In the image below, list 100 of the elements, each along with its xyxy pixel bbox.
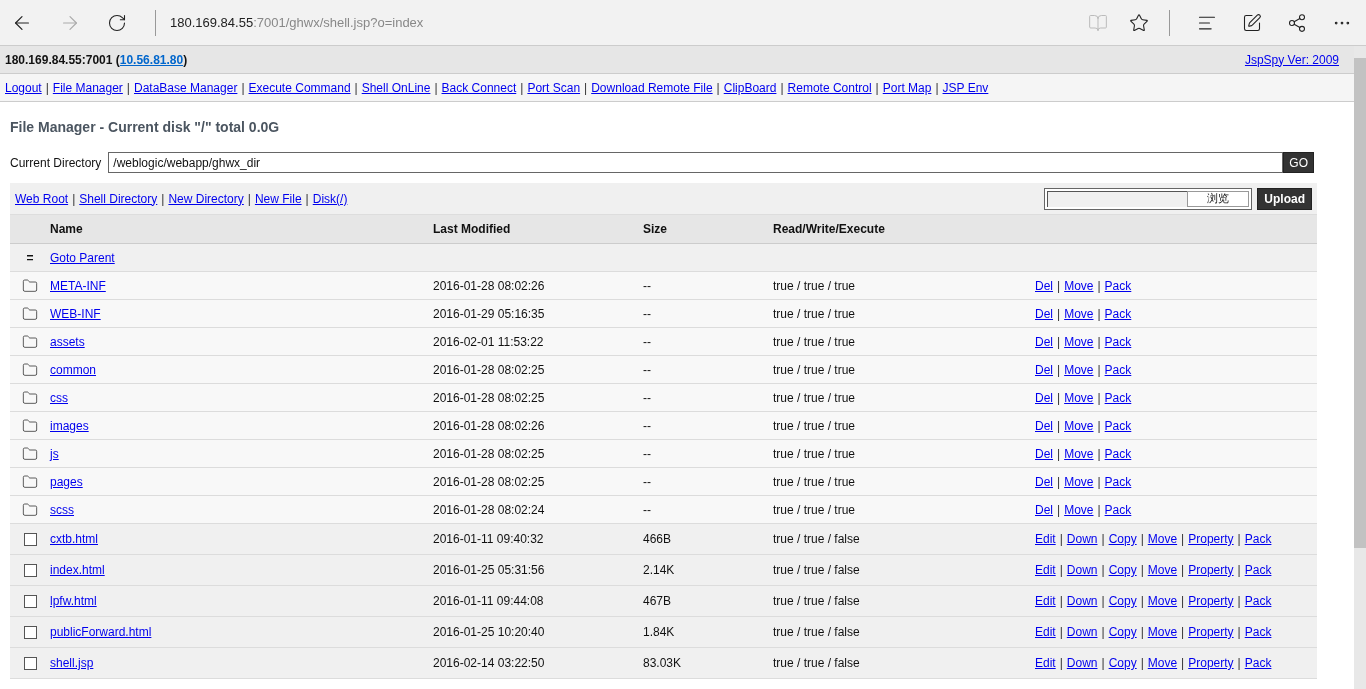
nav-link[interactable]: Logout	[5, 78, 42, 97]
action-link[interactable]: Copy	[1108, 623, 1137, 641]
file-name-link[interactable]: lpfw.html	[50, 594, 97, 608]
action-link[interactable]: Copy	[1108, 561, 1137, 579]
file-name-link[interactable]: cxtb.html	[50, 532, 98, 546]
action-link[interactable]: Edit	[1035, 530, 1056, 548]
go-button[interactable]: GO	[1283, 152, 1315, 173]
action-link[interactable]: Down	[1066, 654, 1098, 672]
action-link[interactable]: Move	[1064, 472, 1094, 491]
action-link[interactable]: Pack	[1104, 332, 1132, 351]
action-link[interactable]: Pack	[1104, 472, 1132, 491]
action-link[interactable]: Pack	[1244, 623, 1272, 641]
action-link[interactable]: Pack	[1104, 388, 1132, 407]
action-link[interactable]: Property	[1188, 561, 1234, 579]
file-name-link[interactable]: pages	[50, 474, 83, 489]
action-link[interactable]: Move	[1064, 360, 1094, 379]
file-name-link[interactable]: js	[50, 446, 59, 461]
file-name-link[interactable]: assets	[50, 334, 85, 349]
action-link[interactable]: Del	[1035, 360, 1053, 379]
file-name-link[interactable]: shell.jsp	[50, 656, 94, 670]
action-link[interactable]: Move	[1147, 530, 1178, 548]
action-link[interactable]: Down	[1066, 623, 1098, 641]
upload-button[interactable]: Upload	[1257, 187, 1312, 210]
action-link[interactable]: Property	[1188, 592, 1234, 610]
nav-link[interactable]: DataBase Manager	[134, 78, 238, 97]
action-link[interactable]: Move	[1064, 388, 1094, 407]
action-link[interactable]: Move	[1064, 416, 1094, 435]
action-link[interactable]: Pack	[1104, 304, 1132, 323]
action-link[interactable]: Pack	[1104, 360, 1132, 379]
checkbox[interactable]	[23, 594, 37, 608]
action-link[interactable]: Down	[1066, 592, 1098, 610]
action-link[interactable]: Del	[1035, 276, 1053, 295]
toolbar-link[interactable]: Web Root	[15, 189, 69, 208]
address-field[interactable]: 180.169.84.55:7001/ghwx/shell.jsp?o=index	[170, 12, 424, 33]
action-link[interactable]: Down	[1066, 561, 1098, 579]
action-link[interactable]: Del	[1035, 416, 1053, 435]
star-icon[interactable]	[1129, 12, 1149, 33]
action-link[interactable]: Del	[1035, 444, 1053, 463]
action-link[interactable]: Property	[1188, 530, 1234, 548]
action-link[interactable]: Move	[1064, 304, 1094, 323]
checkbox[interactable]	[23, 563, 37, 577]
action-link[interactable]: Property	[1188, 654, 1234, 672]
action-link[interactable]: Del	[1035, 388, 1053, 407]
nav-link[interactable]: Remote Control	[787, 78, 872, 97]
checkbox[interactable]	[23, 625, 37, 639]
action-link[interactable]: Del	[1035, 332, 1053, 351]
action-link[interactable]: Edit	[1035, 592, 1056, 610]
action-link[interactable]: Move	[1064, 500, 1094, 519]
checkbox[interactable]	[23, 532, 37, 546]
file-name-link[interactable]: publicForward.html	[50, 625, 152, 639]
action-link[interactable]: Edit	[1035, 623, 1056, 641]
toolbar-link[interactable]: Shell Directory	[79, 189, 158, 208]
toolbar-link[interactable]: New File	[254, 189, 302, 208]
action-link[interactable]: Pack	[1244, 530, 1272, 548]
nav-link[interactable]: Download Remote File	[591, 78, 713, 97]
action-link[interactable]: Move	[1147, 623, 1178, 641]
action-link[interactable]: Copy	[1108, 654, 1137, 672]
file-picker[interactable]: 浏览	[1044, 187, 1253, 210]
version-link[interactable]: JspSpy Ver: 2009	[1244, 50, 1339, 69]
checkbox[interactable]	[23, 656, 37, 670]
action-link[interactable]: Copy	[1108, 530, 1137, 548]
action-link[interactable]: Pack	[1244, 592, 1272, 610]
action-link[interactable]: Move	[1147, 654, 1178, 672]
action-link[interactable]: Pack	[1104, 276, 1132, 295]
file-name-link[interactable]: META-INF	[50, 278, 106, 293]
action-link[interactable]: Pack	[1244, 561, 1272, 579]
action-link[interactable]: Move	[1147, 592, 1178, 610]
pen-icon[interactable]	[1242, 12, 1262, 33]
action-link[interactable]: Del	[1035, 304, 1053, 323]
action-link[interactable]: Move	[1064, 276, 1094, 295]
refresh-icon[interactable]	[107, 12, 127, 33]
action-link[interactable]: Move	[1147, 561, 1178, 579]
toolbar-link[interactable]: Disk(/)	[312, 189, 348, 208]
directory-field[interactable]: /weblogic/webapp/ghwx_dir	[108, 152, 1284, 173]
nav-link[interactable]: File Manager	[52, 78, 123, 97]
action-link[interactable]: Copy	[1108, 592, 1137, 610]
file-name-link[interactable]: css	[50, 390, 68, 405]
action-link[interactable]: Pack	[1104, 500, 1132, 519]
nav-link[interactable]: Port Scan	[527, 78, 581, 97]
nav-link[interactable]: Shell OnLine	[361, 78, 431, 97]
action-link[interactable]: Move	[1064, 332, 1094, 351]
file-name-link[interactable]: common	[50, 362, 96, 377]
action-link[interactable]: Del	[1035, 500, 1053, 519]
nav-link[interactable]: Back Connect	[441, 78, 517, 97]
nav-link[interactable]: JSP Env	[942, 78, 989, 97]
action-link[interactable]: Del	[1035, 472, 1053, 491]
nav-link[interactable]: Port Map	[882, 78, 932, 97]
action-link[interactable]: Pack	[1104, 416, 1132, 435]
share-icon[interactable]	[1287, 12, 1307, 33]
file-name-link[interactable]: scss	[50, 502, 74, 517]
action-link[interactable]: Edit	[1035, 561, 1056, 579]
action-link[interactable]: Pack	[1244, 654, 1272, 672]
action-link[interactable]: Down	[1066, 530, 1098, 548]
action-link[interactable]: Pack	[1104, 444, 1132, 463]
action-link[interactable]: Property	[1188, 623, 1234, 641]
toolbar-link[interactable]: New Directory	[168, 189, 244, 208]
file-name-link[interactable]: WEB-INF	[50, 306, 101, 321]
action-link[interactable]: Move	[1064, 444, 1094, 463]
browse-button[interactable]: 浏览	[1187, 190, 1250, 207]
goto-parent-link[interactable]: Goto Parent	[50, 248, 115, 267]
